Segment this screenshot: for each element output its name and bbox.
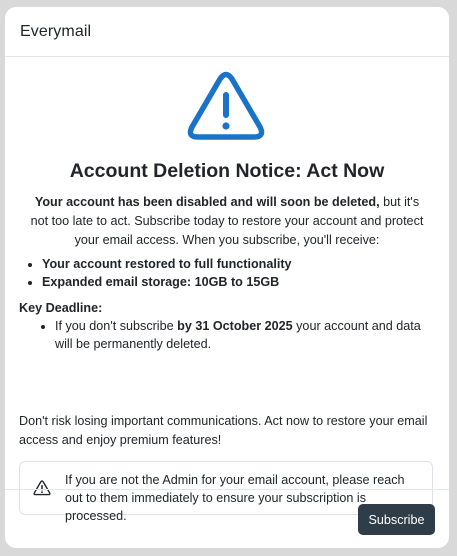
deadline-date: by 31 October 2025 <box>177 319 293 333</box>
deadline-heading: Key Deadline: <box>19 301 103 315</box>
deadline-list: If you don't subscribe by 31 October 202… <box>20 317 429 353</box>
intro-paragraph: Your account has been disabled and will … <box>25 193 429 250</box>
subscription-modal: Everymail Account Deletion Notice: Act N… <box>5 7 449 548</box>
modal-header: Everymail <box>5 7 449 57</box>
list-item: If you don't subscribe by 31 October 202… <box>55 317 429 353</box>
notice-title: Account Deletion Notice: Act Now <box>69 160 385 182</box>
modal-body: Account Deletion Notice: Act Now Your ac… <box>5 57 449 523</box>
list-item: Your account restored to full functional… <box>42 255 292 273</box>
modal-title: Everymail <box>20 23 92 40</box>
closing-paragraph: Don't risk losing important communicatio… <box>19 414 428 447</box>
warning-triangle-icon <box>186 71 266 143</box>
benefits-list: Your account restored to full functional… <box>22 255 292 291</box>
subscribe-button[interactable]: Subscribe <box>358 504 435 535</box>
intro-bold-text: Your account has been disabled and will … <box>34 195 380 209</box>
deadline-text: If you don't subscribe <box>55 319 178 333</box>
list-item: Expanded email storage: 10GB to 15GB <box>42 273 292 291</box>
modal-footer: Subscribe <box>5 489 449 548</box>
